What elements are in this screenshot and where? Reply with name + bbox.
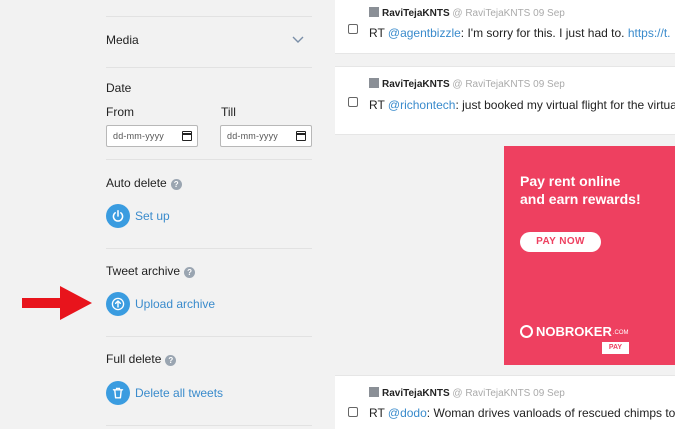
tweet-prefix: RT [369,98,388,112]
from-date-input[interactable]: dd-mm-yyyy [106,125,198,147]
divider [106,16,312,17]
upload-archive-button[interactable]: Upload archive [106,292,215,316]
avatar [369,387,379,397]
trash-icon[interactable] [106,381,130,405]
tweet-text: RT @richontech: just booked my virtual f… [369,98,675,112]
auto-delete-title-text: Auto delete [106,176,167,190]
from-label: From [106,105,134,119]
tweet-body: : Woman drives vanloads of rescued chimp… [426,406,675,420]
tweet-author[interactable]: RaviTejaKNTS [382,388,450,399]
divider [106,67,312,68]
tweet-mention[interactable]: @richontech [388,98,456,112]
tweet-author[interactable]: RaviTejaKNTS [382,79,450,90]
red-arrow-annotation [22,286,92,320]
ad-headline-line: and earn rewards! [520,191,641,207]
tweet-body: : just booked my virtual flight for the … [455,98,675,112]
calendar-icon[interactable] [296,131,306,141]
date-placeholder: dd-mm-yyyy [113,131,164,141]
ad-headline: Pay rent online and earn rewards! [520,172,641,208]
tweet-link[interactable]: https://t. [628,26,671,40]
tweet-meta: RaviTejaKNTS @ RaviTejaKNTS 09 Sep [369,7,565,19]
sidebar: Media Date From Till dd-mm-yyyy dd-mm-yy… [0,0,325,429]
tweet-body: : I'm sorry for this. I just had to. [460,26,628,40]
help-icon[interactable]: ? [170,179,182,190]
upload-icon[interactable] [106,292,130,316]
ad-brand-suffix: .COM [612,330,629,336]
help-icon[interactable]: ? [184,267,196,278]
divider [106,425,312,426]
till-date-input[interactable]: dd-mm-yyyy [220,125,312,147]
full-delete-title: Full delete? [106,352,177,366]
avatar [369,78,379,88]
tweet-handle-date: @ RaviTejaKNTS 09 Sep [452,79,565,90]
tweet-prefix: RT [369,406,388,420]
tweet-item: RaviTejaKNTS @ RaviTejaKNTS 09 Sep RT @a… [335,0,675,54]
date-placeholder: dd-mm-yyyy [227,131,278,141]
tweet-author[interactable]: RaviTejaKNTS [382,8,450,19]
tweet-prefix: RT [369,26,388,40]
ad-banner[interactable]: Pay rent online and earn rewards! PAY NO… [504,146,675,365]
tweet-handle-date: @ RaviTejaKNTS 09 Sep [452,8,565,19]
nobroker-logo-icon [520,325,533,338]
tweet-mention[interactable]: @agentbizzle [388,26,461,40]
calendar-icon[interactable] [182,131,192,141]
delete-all-tweets-label[interactable]: Delete all tweets [135,386,223,400]
help-icon[interactable]: ? [165,355,177,366]
tweet-item: RaviTejaKNTS @ RaviTejaKNTS 09 Sep RT @r… [335,66,675,135]
divider [106,159,312,160]
media-filter-label[interactable]: Media [106,33,139,47]
delete-all-tweets-button[interactable]: Delete all tweets [106,381,223,405]
pay-now-button[interactable]: PAY NOW [520,232,601,252]
tweet-checkbox[interactable] [348,24,358,34]
power-icon[interactable] [106,204,130,228]
ad-logo: NOBROKER .COM [520,324,629,339]
till-label: Till [221,105,236,119]
avatar [369,7,379,17]
set-up-label[interactable]: Set up [135,209,170,223]
tweet-text: RT @agentbizzle: I'm sorry for this. I j… [369,26,671,40]
tweet-checkbox[interactable] [348,97,358,107]
tweet-handle-date: @ RaviTejaKNTS 09 Sep [452,388,565,399]
auto-delete-title: Auto delete? [106,176,182,190]
divider [106,248,312,249]
tweet-text: RT @dodo: Woman drives vanloads of rescu… [369,406,675,420]
upload-archive-label[interactable]: Upload archive [135,297,215,311]
chevron-down-icon[interactable] [292,33,304,45]
tweet-meta: RaviTejaKNTS @ RaviTejaKNTS 09 Sep [369,78,565,90]
tweet-archive-title: Tweet archive? [106,264,196,278]
ad-headline-line: Pay rent online [520,173,621,189]
tweet-mention[interactable]: @dodo [388,406,427,420]
tweet-meta: RaviTejaKNTS @ RaviTejaKNTS 09 Sep [369,387,565,399]
ad-pay-tag: PAY [602,342,629,354]
set-up-button[interactable]: Set up [106,204,170,228]
date-section-title: Date [106,81,132,95]
full-delete-title-text: Full delete [106,352,162,366]
tweet-archive-title-text: Tweet archive [106,264,181,278]
ad-brand: NOBROKER [536,324,612,339]
tweet-item: RaviTejaKNTS @ RaviTejaKNTS 09 Sep RT @d… [335,375,675,429]
tweet-checkbox[interactable] [348,407,358,417]
divider [106,336,312,337]
